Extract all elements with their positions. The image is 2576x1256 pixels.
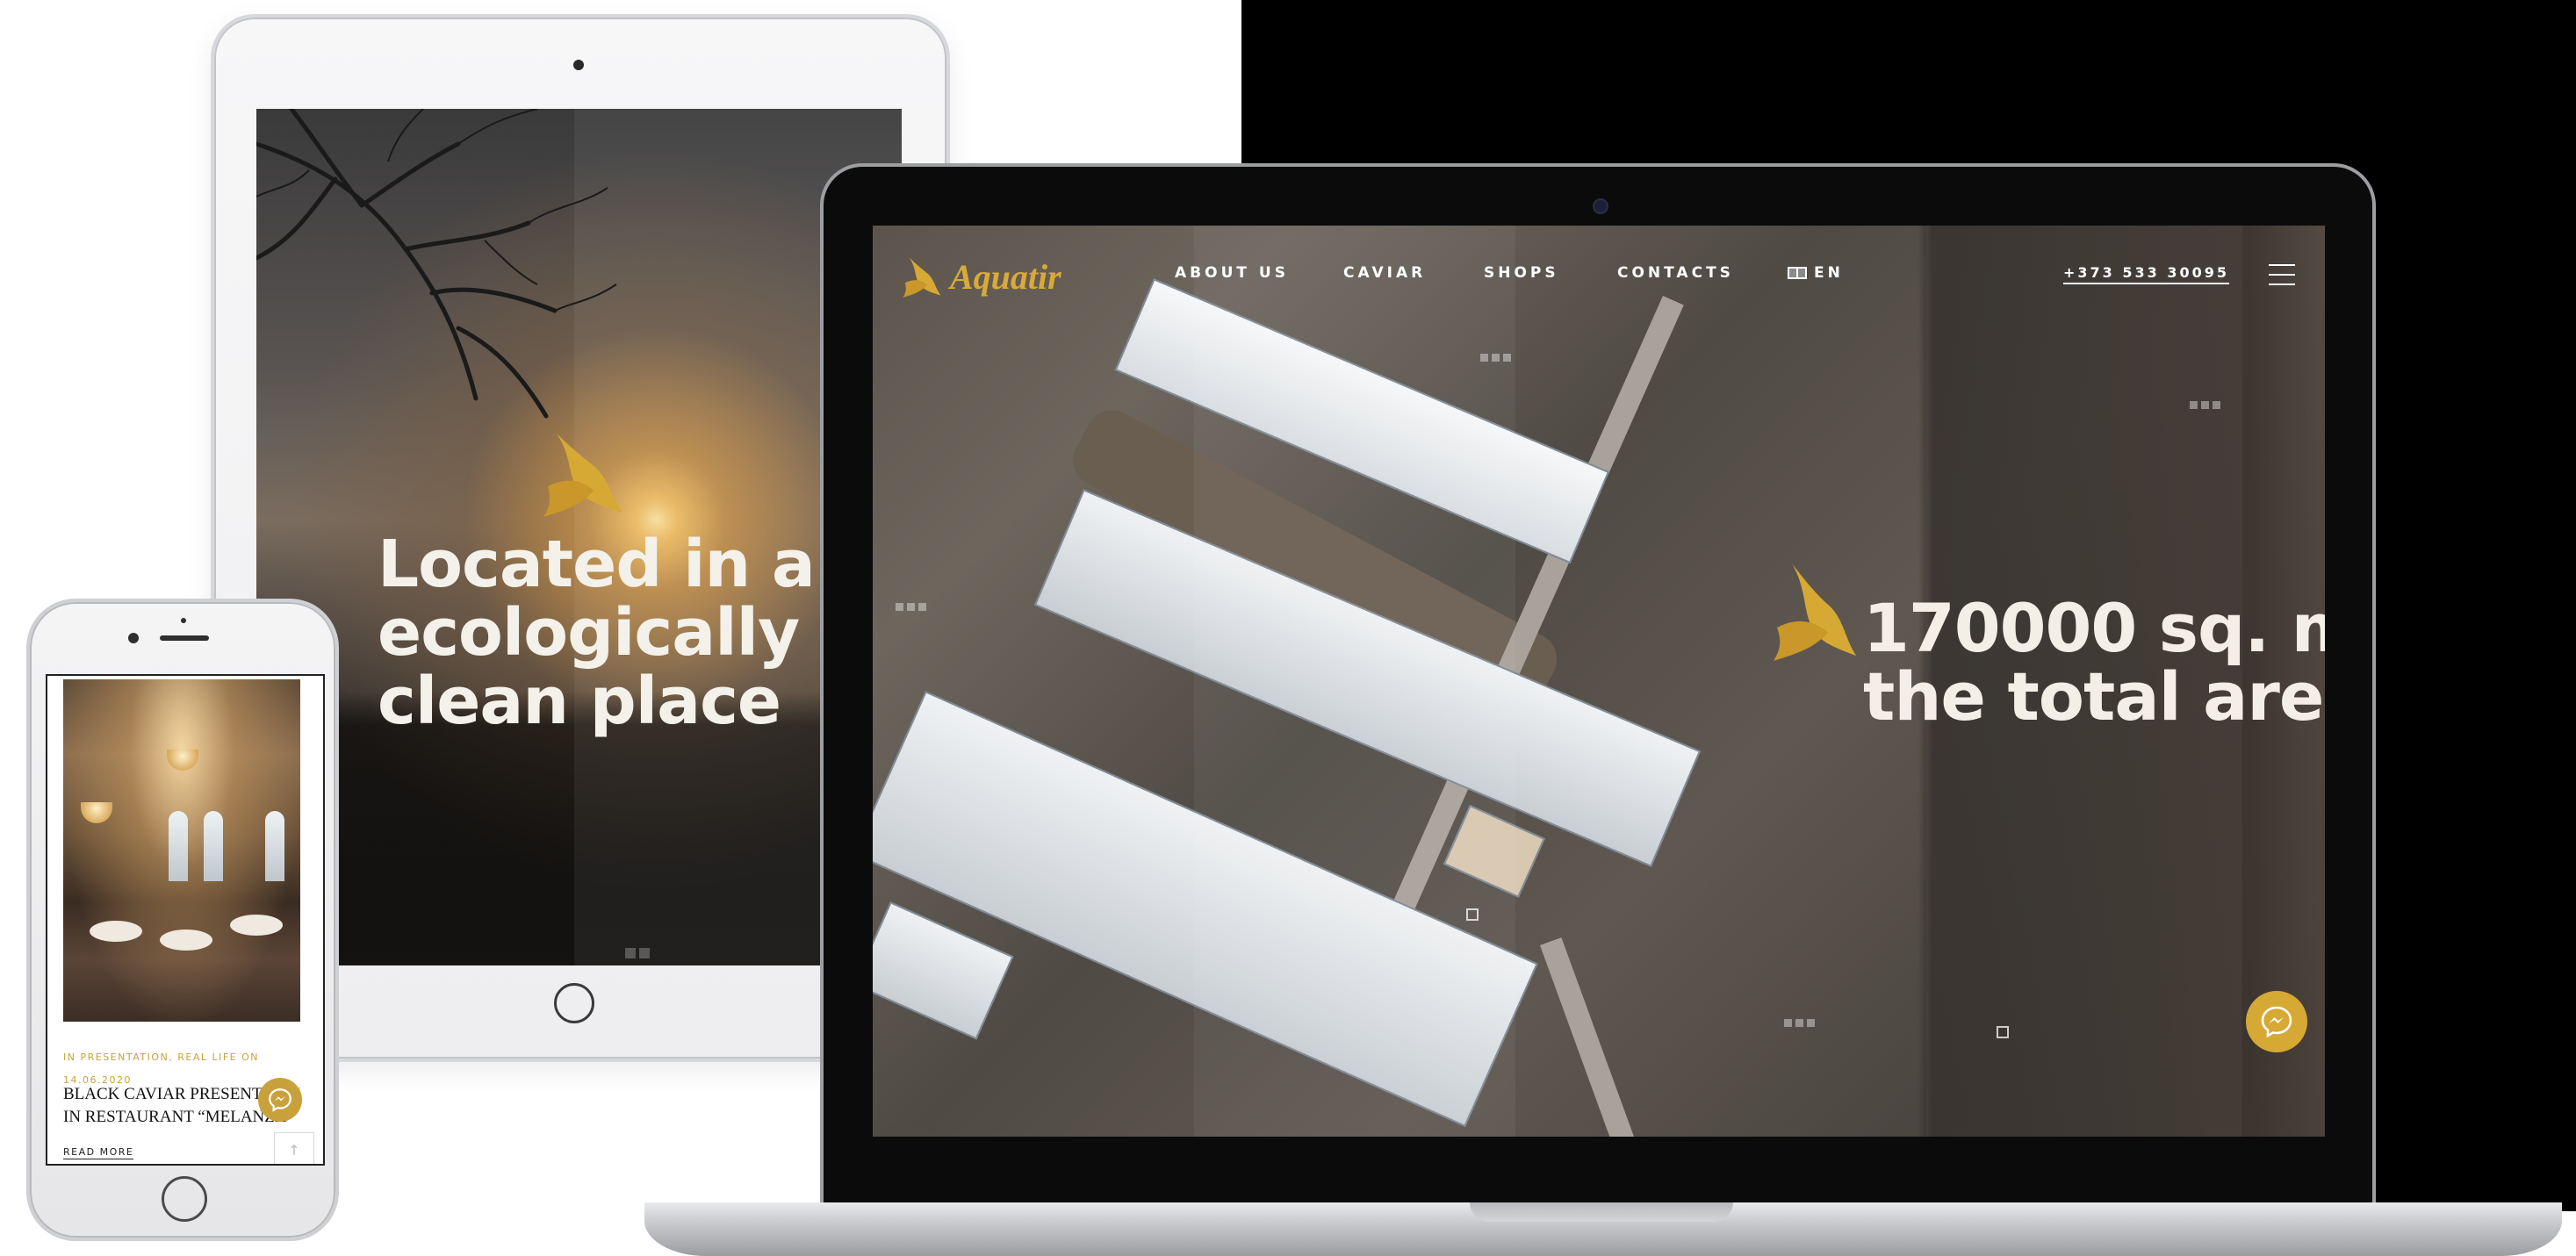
arrow-up-icon: ↑ <box>288 1141 300 1159</box>
phone-sensor <box>181 618 186 623</box>
slider-dots[interactable] <box>2190 401 2220 409</box>
fish-logo-icon <box>1774 563 1856 661</box>
dining-table <box>230 915 283 936</box>
chandelier <box>167 750 198 771</box>
slider-dots[interactable] <box>896 603 926 611</box>
slider-square[interactable] <box>1997 1026 2009 1038</box>
fish-logo-icon <box>903 257 941 298</box>
window <box>169 811 188 881</box>
phone-screen: IN PRESENTATION, REAL LIFE ON 14.06.2020… <box>46 674 325 1166</box>
hero-line: the total area <box>1863 657 2325 736</box>
tablet-slider-dots[interactable] <box>625 948 650 958</box>
tablet-camera <box>573 60 584 70</box>
nav-shops[interactable]: SHOPS <box>1484 264 1559 282</box>
tree-silhouette <box>256 109 617 419</box>
brand-name: Aquatir <box>950 256 1061 297</box>
phone-home-button[interactable] <box>162 1176 207 1222</box>
laptop-notch <box>1470 1202 1733 1222</box>
language-label: EN <box>1814 264 1844 282</box>
laptop-screen: Aquatir ABOUT US CAVIAR SHOPS CONTACTS E… <box>873 226 2325 1137</box>
messenger-button[interactable] <box>258 1078 302 1122</box>
phone-number-link[interactable]: +373 533 30095 <box>2063 264 2230 284</box>
menu-icon[interactable] <box>2269 264 2295 285</box>
nav-about-us[interactable]: ABOUT US <box>1175 264 1289 282</box>
post-category[interactable]: IN PRESENTATION, REAL LIFE ON <box>63 1046 318 1069</box>
slider-dots[interactable] <box>1480 354 1511 362</box>
window <box>265 811 284 881</box>
language-switcher[interactable]: EN <box>1788 264 1844 282</box>
phone-camera <box>128 633 139 643</box>
slider-square[interactable] <box>1466 908 1479 921</box>
laptop-camera <box>1593 198 1608 214</box>
road <box>1540 937 1652 1137</box>
hero-line: 170000 sq. m. <box>1863 589 2325 667</box>
scroll-to-top-button[interactable]: ↑ <box>274 1132 314 1164</box>
brand-logo[interactable]: Aquatir <box>901 250 1061 303</box>
overlay-pane <box>1194 226 1515 1137</box>
phone-device: IN PRESENTATION, REAL LIFE ON 14.06.2020… <box>26 599 339 1241</box>
tablet-hero-line: clean place <box>378 664 781 739</box>
dining-table <box>160 929 212 951</box>
main-navigation: Aquatir ABOUT US CAVIAR SHOPS CONTACTS E… <box>873 226 2325 322</box>
fish-logo-icon <box>543 434 622 517</box>
phone-speaker <box>160 635 209 641</box>
restaurant-photo[interactable] <box>63 679 300 1022</box>
tablet-hero-line: ecologically <box>378 595 800 671</box>
nav-caviar[interactable]: CAVIAR <box>1343 264 1426 282</box>
tablet-home-button[interactable] <box>554 983 594 1023</box>
small-building <box>873 901 1014 1040</box>
laptop-base <box>644 1202 2562 1256</box>
dining-table <box>90 921 142 942</box>
slider-dots[interactable] <box>1784 1019 1815 1027</box>
window <box>204 811 223 881</box>
nav-contacts[interactable]: CONTACTS <box>1617 264 1734 282</box>
messenger-button[interactable] <box>2246 991 2307 1052</box>
messenger-icon <box>269 1088 291 1112</box>
tablet-hero-heading: Located in an ecologically clean place <box>378 530 869 736</box>
read-more-link[interactable]: READ MORE <box>63 1146 134 1159</box>
messenger-icon <box>2261 1006 2292 1038</box>
chandelier <box>81 802 112 823</box>
tablet-hero-line: Located in an <box>378 527 861 602</box>
tablet-screen: Located in an ecologically clean place <box>256 109 902 965</box>
flag-icon <box>1788 267 1807 279</box>
laptop-hero-heading: 170000 sq. m. the total area <box>1863 589 2325 736</box>
